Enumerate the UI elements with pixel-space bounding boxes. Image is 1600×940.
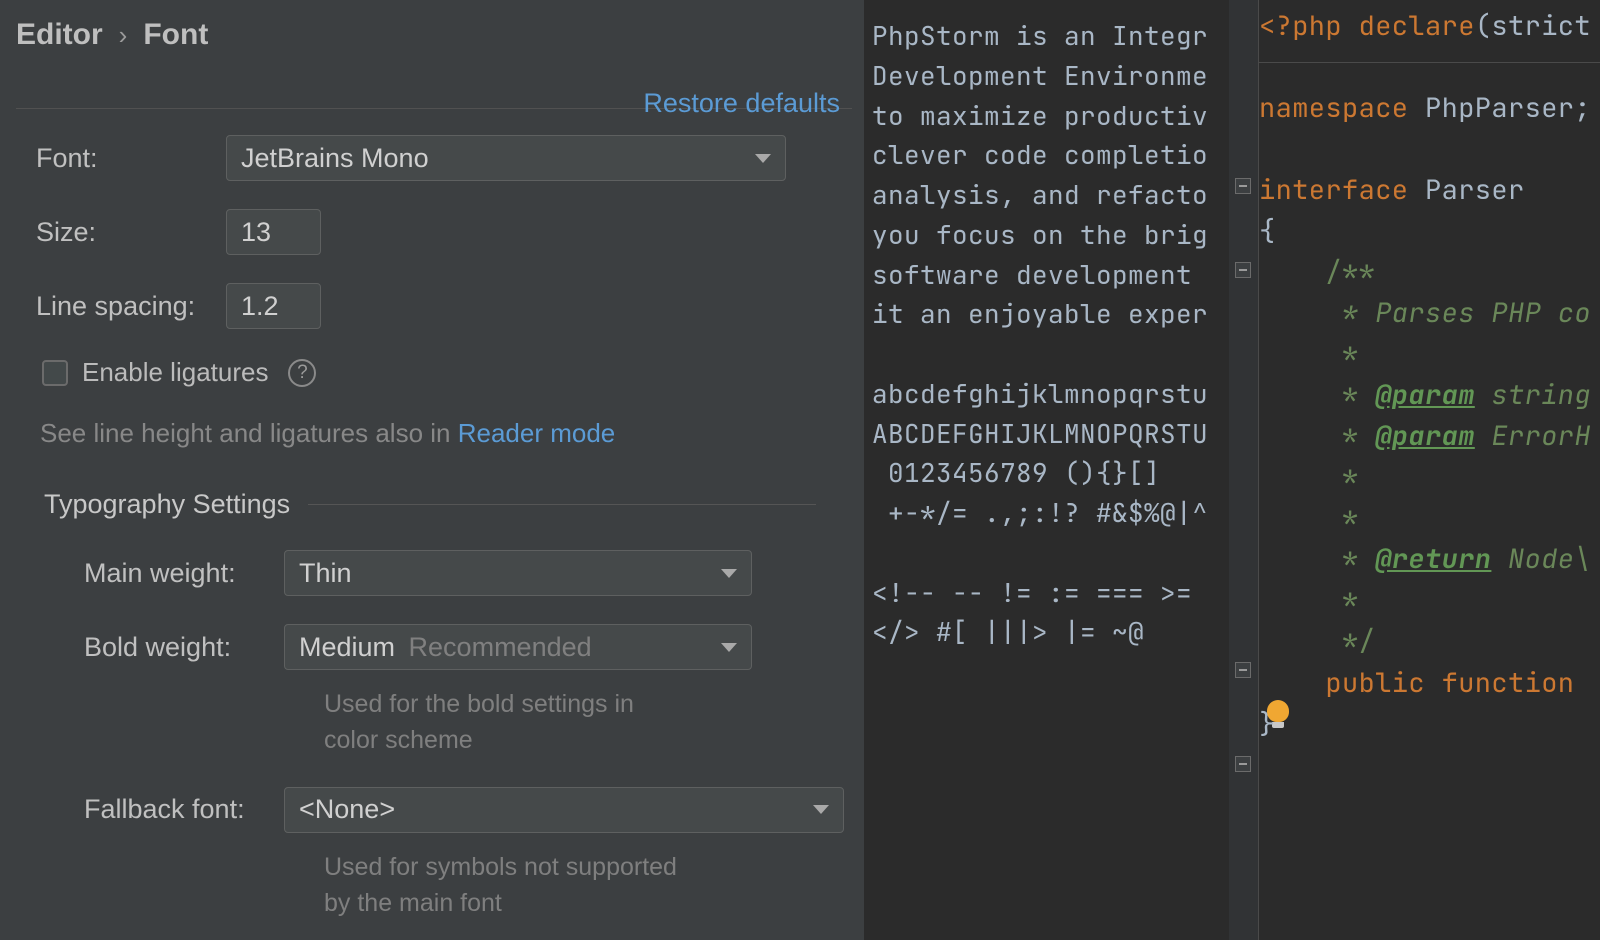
restore-defaults-link[interactable]: Restore defaults <box>643 88 840 119</box>
settings-panel: Editor › Font Restore defaults Font: Jet… <box>0 0 864 940</box>
chevron-down-icon <box>721 643 737 652</box>
section-rule <box>308 504 816 505</box>
fallback-font-hint: Used for symbols not supported by the ma… <box>324 849 684 922</box>
editor-gutter <box>1229 0 1259 940</box>
main-weight-value: Thin <box>299 558 352 589</box>
main-weight-label: Main weight: <box>84 558 284 589</box>
fold-icon[interactable] <box>1235 178 1251 194</box>
preview-text: PhpStorm is an Integr Development Enviro… <box>872 16 1229 652</box>
fallback-font-label: Fallback font: <box>84 794 284 825</box>
fallback-font-select[interactable]: <None> <box>284 787 844 833</box>
code-preview-panel: <?php declare(strict namespace PhpParser… <box>1229 0 1600 940</box>
help-icon[interactable]: ? <box>288 359 316 387</box>
hint-text: See line height and ligatures also in Re… <box>40 418 844 449</box>
bold-weight-recommended: Recommended <box>409 632 592 662</box>
typography-section-header: Typography Settings <box>44 489 844 520</box>
bold-weight-label: Bold weight: <box>84 632 284 663</box>
font-label: Font: <box>36 143 226 174</box>
bold-weight-select[interactable]: Medium Recommended <box>284 624 752 670</box>
font-preview-panel: PhpStorm is an Integr Development Enviro… <box>864 0 1229 940</box>
size-label: Size: <box>36 217 226 248</box>
breadcrumb-current: Font <box>143 18 208 52</box>
chevron-right-icon: › <box>119 20 128 51</box>
fold-icon[interactable] <box>1235 662 1251 678</box>
code-text: <?php declare(strict namespace PhpParser… <box>1259 6 1600 745</box>
font-select-value: JetBrains Mono <box>241 143 429 174</box>
chevron-down-icon <box>755 154 771 163</box>
enable-ligatures-checkbox[interactable] <box>42 360 68 386</box>
chevron-down-icon <box>813 805 829 814</box>
linespacing-input[interactable] <box>226 283 321 329</box>
bold-weight-value: Medium <box>299 632 395 662</box>
size-input[interactable] <box>226 209 321 255</box>
fold-icon[interactable] <box>1235 756 1251 772</box>
typography-title: Typography Settings <box>44 489 290 520</box>
bold-weight-hint: Used for the bold settings in color sche… <box>324 686 684 759</box>
main-weight-select[interactable]: Thin <box>284 550 752 596</box>
chevron-down-icon <box>721 569 737 578</box>
linespacing-label: Line spacing: <box>36 291 226 322</box>
breadcrumb-parent[interactable]: Editor <box>16 18 103 52</box>
font-select[interactable]: JetBrains Mono <box>226 135 786 181</box>
fold-icon[interactable] <box>1235 262 1251 278</box>
hint-prefix: See line height and ligatures also in <box>40 418 458 448</box>
enable-ligatures-label: Enable ligatures <box>82 357 268 388</box>
fallback-font-value: <None> <box>299 794 395 825</box>
reader-mode-link[interactable]: Reader mode <box>458 418 616 448</box>
